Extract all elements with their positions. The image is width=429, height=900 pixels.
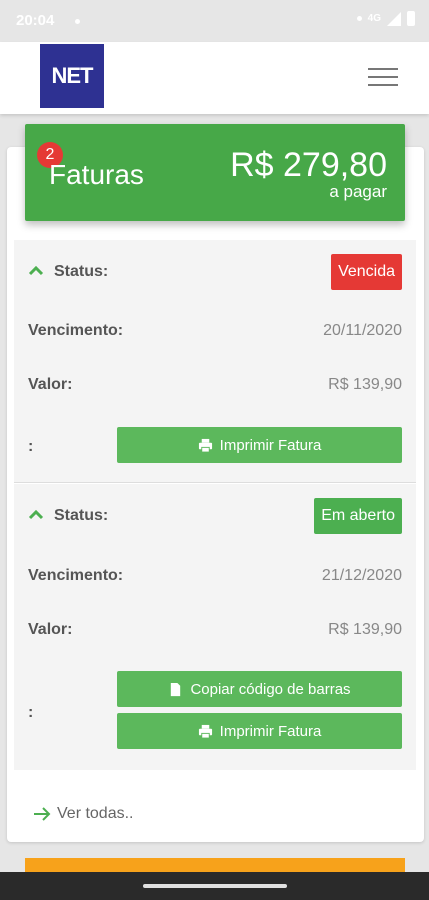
notification-dot-icon (75, 19, 80, 24)
system-nav-bar (0, 872, 429, 900)
amount-label: Valor: (28, 621, 73, 638)
print-invoice-button[interactable]: Imprimir Fatura (117, 427, 402, 463)
arrow-right-icon (34, 807, 51, 821)
status-label: Status: (54, 263, 109, 280)
net-logo[interactable]: NET (40, 44, 104, 108)
print-invoice-button[interactable]: Imprimir Fatura (117, 713, 402, 749)
status-time: 20:04 (16, 12, 55, 29)
printer-icon (198, 438, 212, 453)
copy-barcode-button[interactable]: Copiar código de barras (117, 671, 402, 707)
status-label: Status: (54, 507, 109, 524)
actions-label: : (28, 704, 34, 721)
total-amount: R$ 279,80 (230, 146, 387, 184)
invoices-summary: 2 Faturas R$ 279,80 a pagar (25, 124, 405, 221)
signal-icon (387, 11, 401, 26)
status-badge: Vencida (331, 254, 402, 290)
due-date-label: Vencimento: (28, 322, 124, 339)
divider (14, 482, 416, 483)
hamburger-menu-icon[interactable] (368, 68, 398, 90)
document-icon (171, 682, 181, 696)
network-type: 4G (367, 13, 381, 24)
app-bar: NET (0, 42, 429, 114)
amount-value: R$ 139,90 (328, 621, 402, 638)
invoice-item: Status: Vencida Vencimento: 20/11/2020 V… (14, 240, 416, 482)
due-date-value: 21/12/2020 (321, 567, 402, 584)
amount-caption: a pagar (329, 182, 387, 201)
home-handle[interactable] (143, 884, 287, 888)
due-date-label: Vencimento: (28, 567, 124, 584)
notification-dot-icon (356, 16, 362, 21)
chevron-up-icon[interactable] (28, 263, 44, 279)
due-date-value: 20/11/2020 (323, 322, 402, 339)
printer-icon (198, 724, 212, 739)
chevron-up-icon[interactable] (28, 507, 44, 523)
actions-label: : (28, 438, 34, 455)
see-all-link[interactable]: Ver todas.. (33, 805, 134, 823)
invoice-item: Status: Em aberto Vencimento: 21/12/2020… (14, 484, 416, 770)
summary-title: Faturas (49, 159, 144, 190)
amount-label: Valor: (28, 376, 73, 393)
status-bar: 20:04 4G (0, 0, 429, 42)
amount-value: R$ 139,90 (328, 376, 402, 393)
status-badge: Em aberto (314, 498, 402, 534)
battery-icon (407, 11, 415, 26)
